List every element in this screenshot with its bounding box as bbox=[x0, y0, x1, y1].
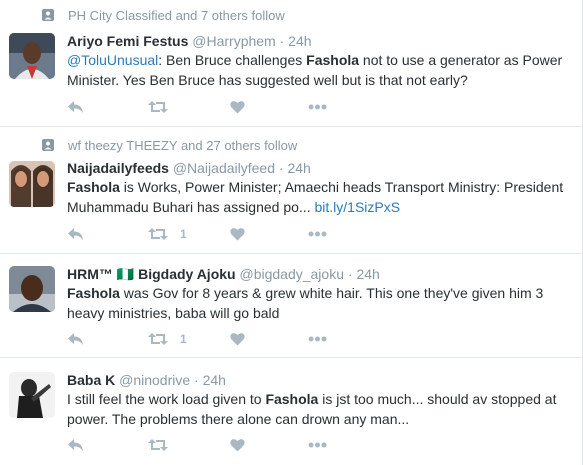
timeline-feed: PH City Classified and 7 others follow A… bbox=[0, 0, 583, 465]
retweet-button[interactable]: 1 bbox=[148, 330, 187, 348]
more-button[interactable] bbox=[308, 436, 327, 454]
tweet[interactable]: PH City Classified and 7 others follow A… bbox=[0, 0, 583, 127]
separator-dot: · bbox=[279, 33, 285, 49]
tweet-actions bbox=[67, 98, 367, 116]
more-dots-icon bbox=[308, 442, 327, 448]
tweet[interactable]: HRM™ 🇳🇬 Bigdady Ajoku @bigdady_ajoku · 2… bbox=[0, 254, 583, 358]
text-segment: was Gov for 8 years & grew white hair. T… bbox=[67, 285, 544, 321]
tweet-header: HRM™ 🇳🇬 Bigdady Ajoku @bigdady_ajoku · 2… bbox=[67, 266, 380, 283]
retweet-button[interactable]: 1 bbox=[148, 225, 187, 243]
retweet-button[interactable] bbox=[148, 98, 180, 116]
like-button[interactable] bbox=[230, 436, 245, 454]
reply-button[interactable] bbox=[67, 436, 84, 454]
url-link[interactable]: bit.ly/1SizPxS bbox=[314, 199, 400, 215]
retweet-icon bbox=[148, 333, 168, 345]
retweet-icon bbox=[148, 101, 168, 113]
highlight-term: Fashola bbox=[67, 179, 120, 195]
highlight-term: Fashola bbox=[306, 52, 360, 68]
author-name[interactable]: Baba K bbox=[67, 372, 115, 388]
like-button[interactable] bbox=[230, 330, 245, 348]
heart-icon bbox=[230, 333, 245, 346]
avatar[interactable] bbox=[9, 161, 55, 207]
highlight-term: Fashola bbox=[67, 285, 120, 301]
separator-dot: · bbox=[347, 266, 353, 282]
reply-icon bbox=[68, 101, 83, 113]
retweet-icon bbox=[148, 439, 168, 451]
author-handle[interactable]: @bigdady_ajoku bbox=[239, 266, 344, 282]
retweet-icon bbox=[148, 228, 168, 240]
tweet-actions bbox=[67, 436, 367, 454]
tweet-text: Fashola is Works, Power Minister; Amaech… bbox=[67, 177, 572, 217]
tweet[interactable]: Baba K @ninodrive · 24h I still feel the… bbox=[0, 358, 583, 465]
avatar[interactable] bbox=[9, 266, 55, 312]
retweet-count: 1 bbox=[180, 332, 187, 346]
reply-icon bbox=[68, 333, 83, 345]
timestamp[interactable]: 24h bbox=[356, 266, 379, 282]
author-name[interactable]: Ariyo Femi Festus bbox=[67, 33, 188, 49]
timestamp[interactable]: 24h bbox=[203, 372, 226, 388]
more-dots-icon bbox=[308, 231, 327, 237]
person-follow-icon bbox=[42, 139, 54, 151]
avatar[interactable] bbox=[9, 372, 55, 418]
avatar[interactable] bbox=[9, 33, 55, 79]
heart-icon bbox=[230, 439, 245, 452]
like-button[interactable] bbox=[230, 225, 245, 243]
tweet-header: Naijadailyfeeds @Naijadailyfeed · 24h bbox=[67, 160, 311, 176]
author-handle[interactable]: @Harryphem bbox=[192, 33, 275, 49]
author-name[interactable]: HRM™ 🇳🇬 Bigdady Ajoku bbox=[67, 266, 236, 282]
timestamp[interactable]: 24h bbox=[287, 160, 310, 176]
author-name[interactable]: Naijadailyfeeds bbox=[67, 160, 169, 176]
retweet-count: 1 bbox=[180, 227, 187, 241]
author-handle[interactable]: @ninodrive bbox=[119, 372, 190, 388]
tweet-text: @ToluUnusual: Ben Bruce challenges Fasho… bbox=[67, 50, 572, 90]
separator-dot: · bbox=[278, 160, 284, 176]
heart-icon bbox=[230, 228, 245, 241]
tweet-text: I still feel the work load given to Fash… bbox=[67, 389, 572, 429]
follow-context-text: PH City Classified and 7 others follow bbox=[68, 7, 285, 23]
reply-button[interactable] bbox=[67, 98, 84, 116]
reply-button[interactable] bbox=[67, 330, 84, 348]
retweet-button[interactable] bbox=[148, 436, 180, 454]
tweet-text: Fashola was Gov for 8 years & grew white… bbox=[67, 283, 572, 323]
more-dots-icon bbox=[308, 336, 327, 342]
reply-icon bbox=[68, 439, 83, 451]
text-segment: : Ben Bruce challenges bbox=[158, 52, 307, 68]
reply-button[interactable] bbox=[67, 225, 84, 243]
mention-link[interactable]: @ToluUnusual bbox=[67, 52, 158, 68]
more-dots-icon bbox=[308, 104, 327, 110]
tweet-header: Ariyo Femi Festus @Harryphem · 24h bbox=[67, 33, 312, 49]
highlight-term: Fashola bbox=[265, 391, 319, 407]
heart-icon bbox=[230, 101, 245, 114]
follow-context[interactable]: PH City Classified and 7 others follow bbox=[42, 7, 285, 23]
separator-dot: · bbox=[194, 372, 199, 388]
more-button[interactable] bbox=[308, 225, 327, 243]
reply-icon bbox=[68, 228, 83, 240]
tweet[interactable]: wf theezy THEEZY and 27 others follow Na… bbox=[0, 127, 583, 254]
tweet-actions: 1 bbox=[67, 330, 367, 348]
tweet-header: Baba K @ninodrive · 24h bbox=[67, 372, 226, 388]
author-handle[interactable]: @Naijadailyfeed bbox=[173, 160, 275, 176]
follow-context[interactable]: wf theezy THEEZY and 27 others follow bbox=[42, 137, 297, 153]
like-button[interactable] bbox=[230, 98, 245, 116]
text-segment: I still feel the work load given to bbox=[67, 391, 266, 407]
more-button[interactable] bbox=[308, 330, 327, 348]
follow-context-text: wf theezy THEEZY and 27 others follow bbox=[68, 137, 298, 153]
person-follow-icon bbox=[42, 9, 54, 21]
more-button[interactable] bbox=[308, 98, 327, 116]
timestamp[interactable]: 24h bbox=[288, 33, 311, 49]
tweet-actions: 1 bbox=[67, 225, 367, 243]
